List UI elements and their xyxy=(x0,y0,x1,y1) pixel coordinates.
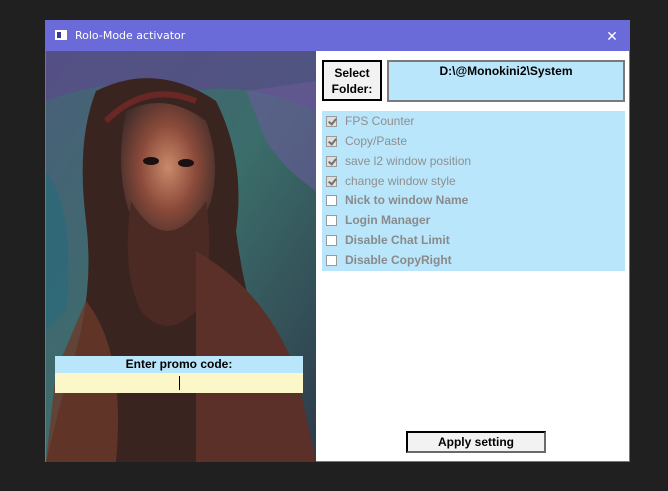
select-folder-button[interactable]: Select Folder: xyxy=(322,60,382,101)
checkbox-disable-chat-limit[interactable] xyxy=(326,235,337,246)
promo-code-input[interactable] xyxy=(55,373,303,393)
option-label: save l2 window position xyxy=(345,154,472,168)
select-folder-label-line2: Folder: xyxy=(331,82,373,96)
apply-setting-button[interactable]: Apply setting xyxy=(406,431,546,453)
option-label: Login Manager xyxy=(345,213,431,227)
text-caret xyxy=(179,376,180,390)
select-folder-label-line1: Select xyxy=(334,66,370,80)
app-window-icon xyxy=(55,30,67,40)
portrait-artwork xyxy=(46,51,316,462)
checkbox-change-window-style[interactable] xyxy=(326,176,337,187)
checkbox-save-window-position[interactable] xyxy=(326,156,337,167)
checkbox-nick-to-window-name[interactable] xyxy=(326,195,337,206)
options-panel: FPS Counter Copy/Paste save l2 window po… xyxy=(322,111,625,271)
option-label: Nick to window Name xyxy=(345,193,469,207)
option-label: Copy/Paste xyxy=(345,134,408,148)
checkbox-login-manager[interactable] xyxy=(326,215,337,226)
checkbox-fps-counter[interactable] xyxy=(326,116,337,127)
checkbox-copy-paste[interactable] xyxy=(326,136,337,147)
close-icon[interactable]: ✕ xyxy=(595,21,629,51)
window-title: Rolo-Mode activator xyxy=(75,29,186,42)
checkbox-disable-copyright[interactable] xyxy=(326,255,337,266)
option-label: Disable CopyRight xyxy=(345,253,452,267)
option-label: change window style xyxy=(345,174,456,188)
app-window: Rolo-Mode activator ✕ Enter promo code: … xyxy=(45,20,630,462)
promo-code-label: Enter promo code: xyxy=(55,356,303,373)
option-label: FPS Counter xyxy=(345,114,415,128)
character-portrait-image: Enter promo code: xyxy=(46,51,316,462)
title-bar[interactable]: Rolo-Mode activator ✕ xyxy=(46,21,629,51)
folder-path-display: D:\@Monokini2\System xyxy=(387,60,625,102)
option-label: Disable Chat Limit xyxy=(345,233,450,247)
